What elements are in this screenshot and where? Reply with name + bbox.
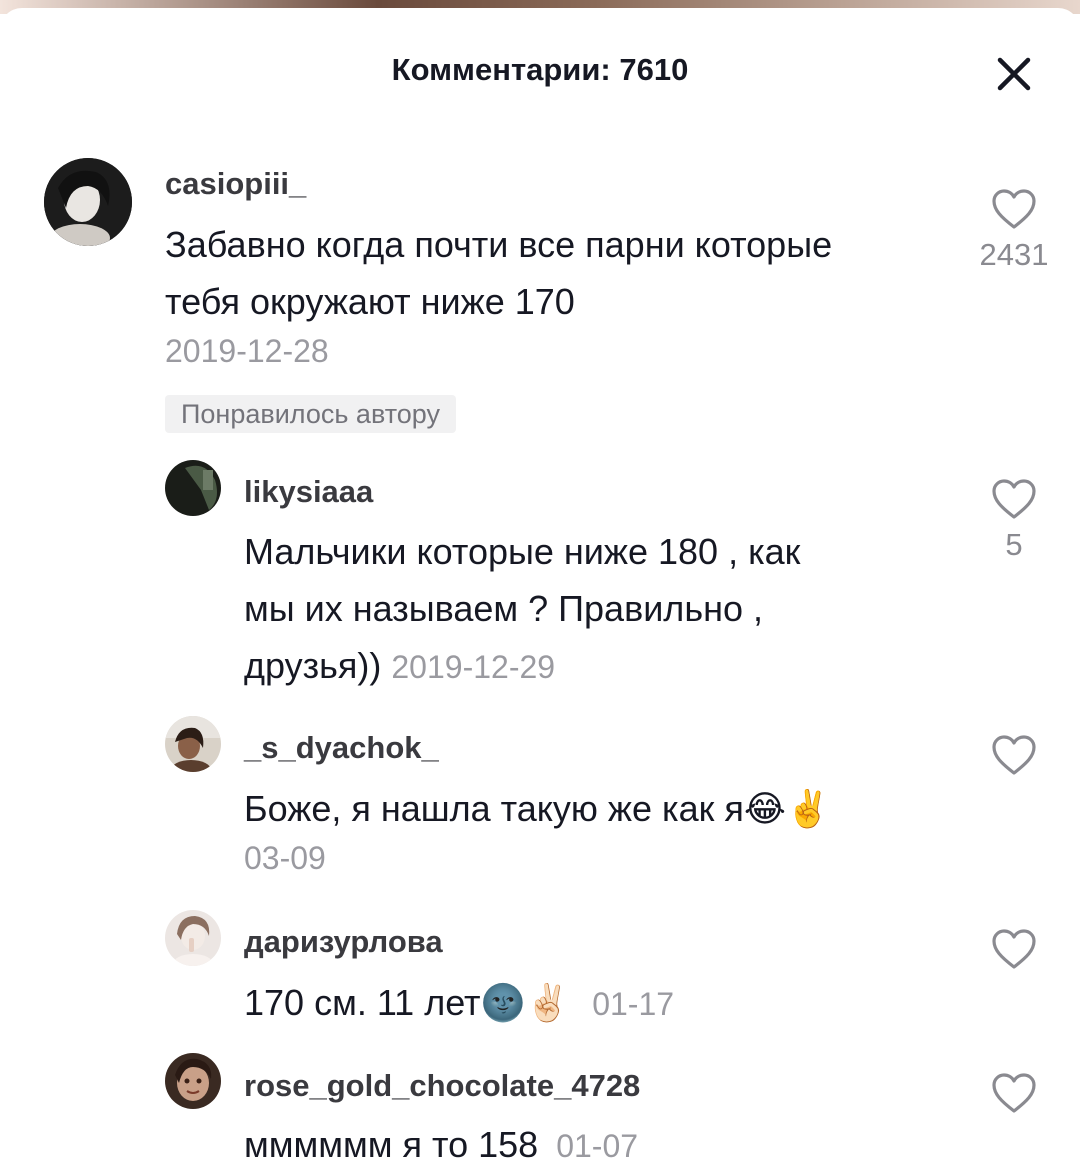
comment-date: 2019-12-28 [165, 333, 329, 369]
comment-text-body: мммммм я то 158 [244, 1124, 539, 1165]
liked-by-author-badge: Понравилось автору [165, 395, 456, 433]
comment-text: мммммм я то 158 01-07 [244, 1116, 964, 1174]
close-icon[interactable] [994, 54, 1034, 94]
heart-icon[interactable] [991, 928, 1037, 970]
comment-date: 01-17 [592, 986, 675, 1022]
comment-text-body: 170 см. 11 лет🌚✌🏻 [244, 982, 571, 1023]
heart-icon[interactable] [991, 1072, 1037, 1114]
like-control[interactable] [984, 734, 1044, 781]
avatar[interactable] [165, 910, 221, 966]
comment-text: 170 см. 11 лет🌚✌🏻 01-17 [244, 974, 964, 1033]
comment-username[interactable]: casiopiii_ [165, 166, 306, 202]
comments-count-title: Комментарии: 7610 [391, 52, 689, 87]
like-count: 2431 [979, 237, 1049, 272]
like-control[interactable]: 5 [984, 478, 1044, 563]
close-button[interactable] [992, 52, 1036, 96]
comment-text-line: друзья)) 2019-12-29 [244, 637, 944, 696]
comment-text: Боже, я нашла такую же как я😂✌️ [244, 788, 831, 829]
comment-text-line: мы их называем ? Правильно , [244, 588, 763, 629]
like-control[interactable] [984, 928, 1044, 975]
comment-text-tail: друзья)) [244, 645, 382, 686]
heart-icon[interactable] [991, 734, 1037, 776]
like-control[interactable] [984, 1072, 1044, 1119]
like-count: 5 [1005, 527, 1023, 562]
comment-text: Забавно когда почти все парни которые те… [165, 224, 833, 322]
comment-text-line: Мальчики которые ниже 180 , как [244, 531, 801, 572]
comment-username[interactable]: даризурлова [244, 924, 443, 960]
comment-date: 03-09 [244, 840, 326, 876]
heart-icon[interactable] [991, 188, 1037, 230]
comments-screen: Комментарии: 7610 casiopiii_ Забавно ког… [0, 0, 1080, 1174]
comment-username[interactable]: likysiaaa [244, 474, 373, 510]
comment-username[interactable]: _s_dyachok_ [244, 730, 439, 766]
comment-date: 01-07 [556, 1128, 639, 1164]
like-control[interactable]: 2431 [980, 188, 1048, 273]
comment-date: 2019-12-29 [391, 649, 556, 685]
avatar[interactable] [165, 460, 221, 516]
comments-sheet: Комментарии: 7610 casiopiii_ Забавно ког… [0, 8, 1080, 1174]
heart-icon[interactable] [991, 478, 1037, 520]
avatar[interactable] [165, 716, 221, 772]
comment-username[interactable]: rose_gold_chocolate_4728 [244, 1068, 640, 1104]
avatar[interactable] [44, 158, 132, 246]
comment-text: Мальчики которые ниже 180 , как мы их на… [244, 523, 944, 696]
avatar[interactable] [165, 1053, 221, 1109]
